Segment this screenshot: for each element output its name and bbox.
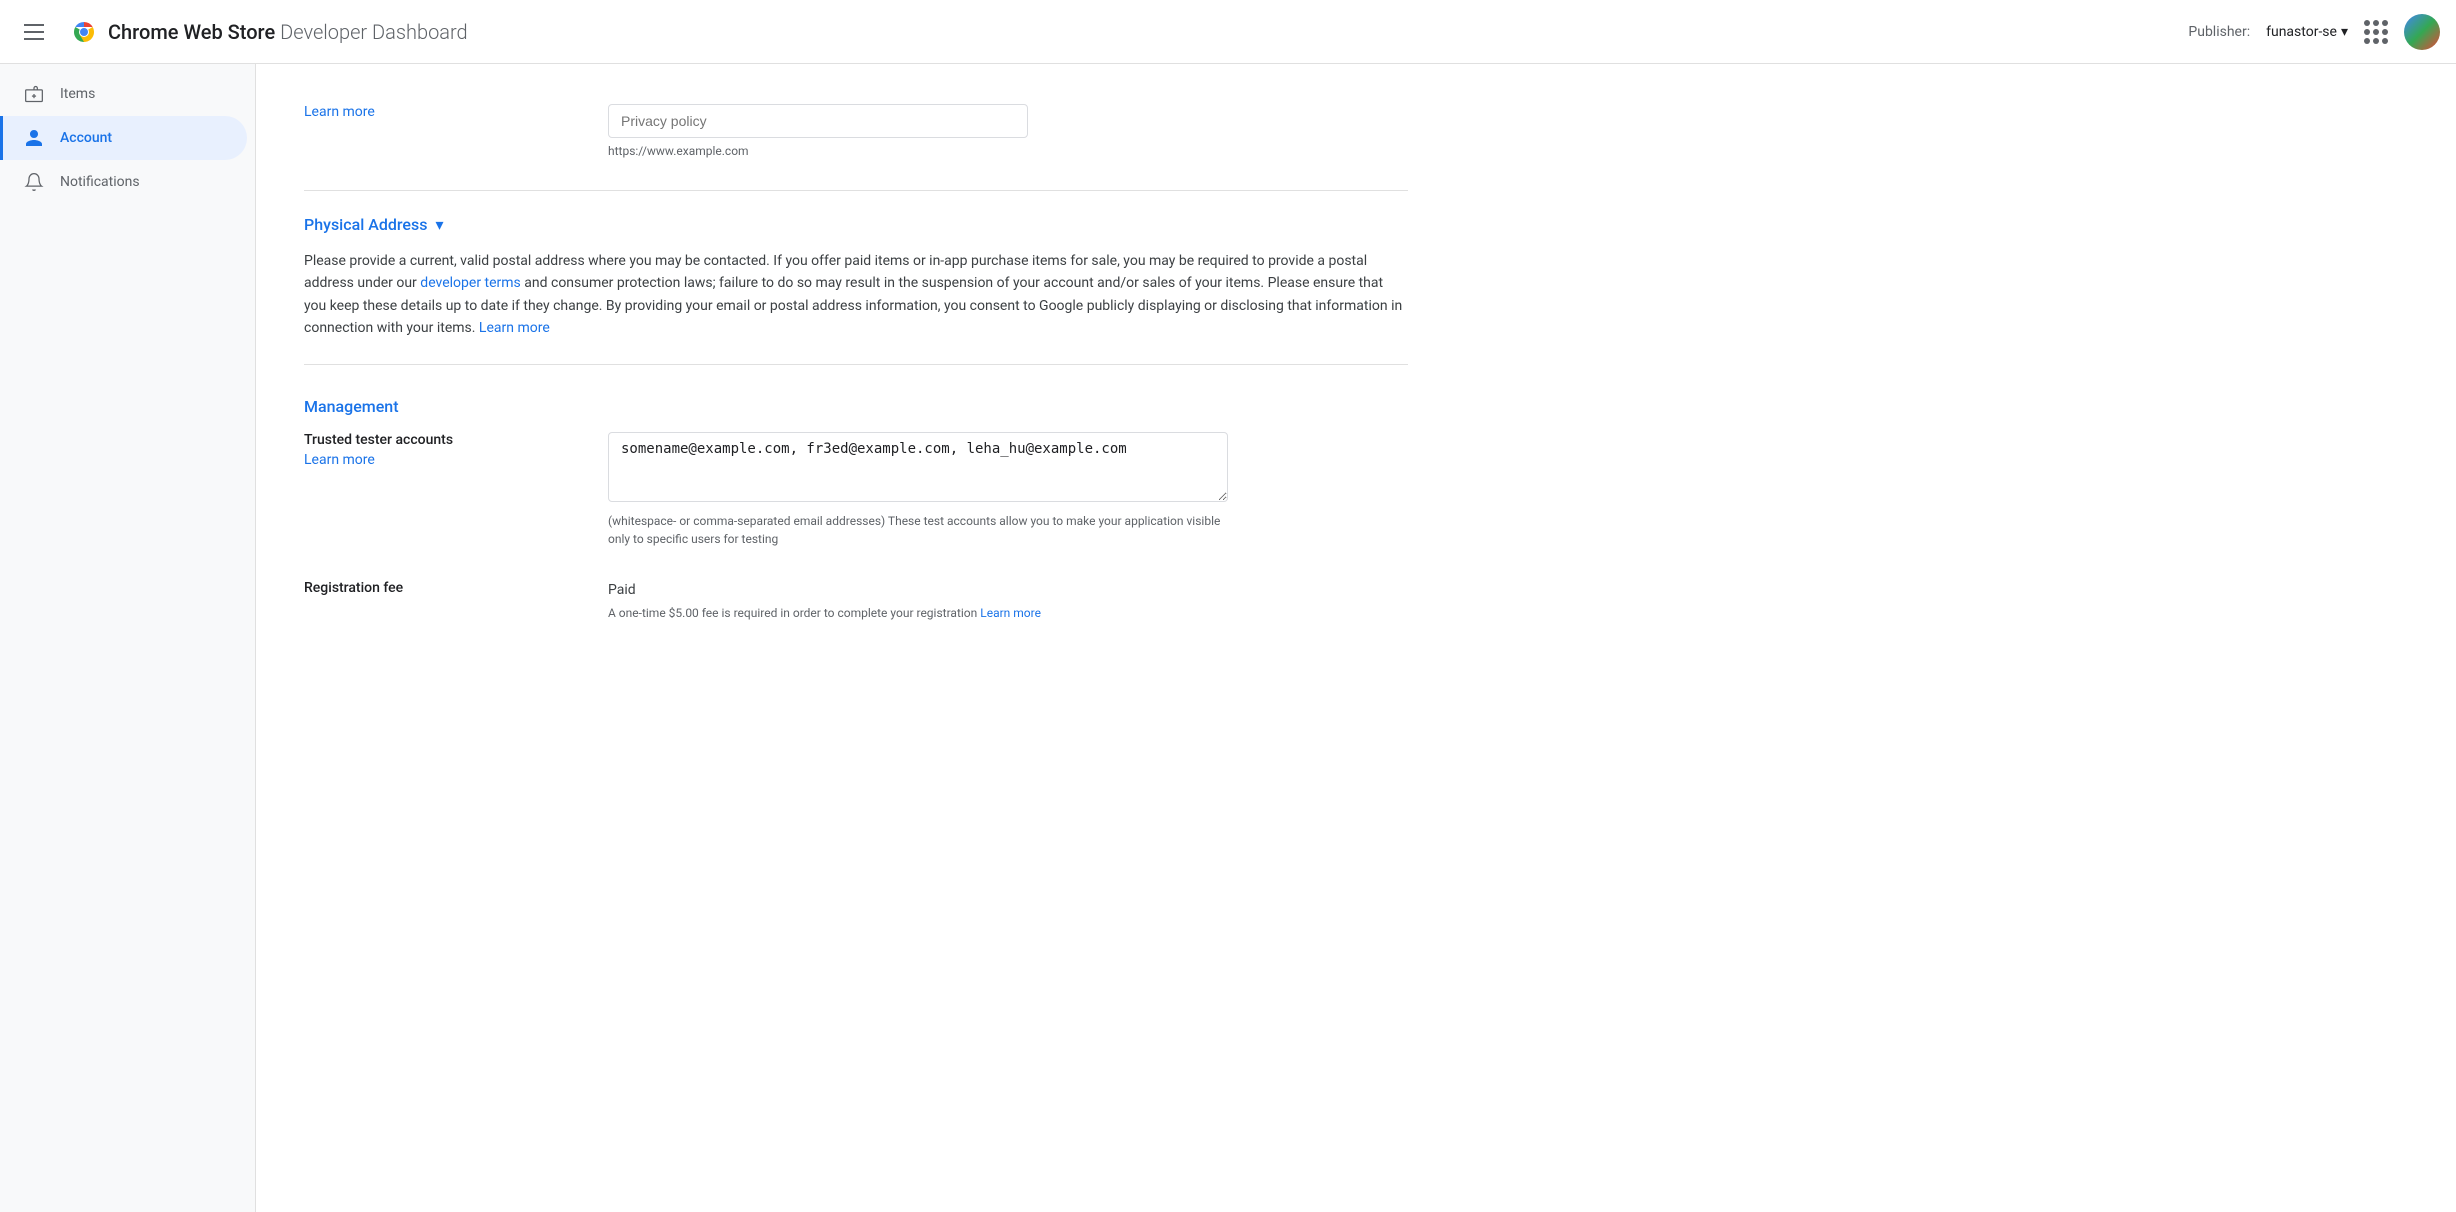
main-content: Learn more https://www.example.com Physi… [256, 64, 2456, 1212]
privacy-policy-section: Learn more https://www.example.com [304, 88, 1408, 191]
header-title: Chrome Web Store Developer Dashboard [108, 20, 468, 44]
registration-fee-value-col: Paid A one-time $5.00 fee is required in… [608, 580, 1408, 620]
hamburger-menu-button[interactable] [16, 16, 52, 48]
trusted-tester-label-col: Trusted tester accounts Learn more [304, 432, 584, 468]
developer-terms-link[interactable]: developer terms [420, 275, 521, 291]
physical-address-section: Physical Address ▾ Please provide a curr… [304, 215, 1408, 340]
physical-address-description: Please provide a current, valid postal a… [304, 250, 1404, 340]
physical-address-learn-more-link[interactable]: Learn more [479, 320, 550, 336]
header-right: Publisher: funastor-se ▾ [2188, 14, 2440, 50]
registration-fee-row: Registration fee Paid A one-time $5.00 f… [304, 580, 1408, 620]
bell-icon [24, 172, 44, 192]
trusted-tester-label: Trusted tester accounts [304, 432, 584, 448]
privacy-policy-hint: https://www.example.com [608, 144, 1408, 158]
privacy-policy-input-col: https://www.example.com [608, 104, 1408, 158]
registration-fee-label: Registration fee [304, 580, 584, 596]
privacy-policy-label-col: Learn more [304, 104, 584, 120]
chrome-logo-icon [68, 16, 100, 48]
main-layout: Items Account Notifications [0, 64, 2456, 1212]
registration-fee-learn-more-link[interactable]: Learn more [980, 606, 1041, 620]
management-header: Management [304, 397, 1408, 416]
registration-fee-value: Paid [608, 580, 1408, 598]
sidebar-item-account[interactable]: Account [0, 116, 247, 160]
avatar[interactable] [2404, 14, 2440, 50]
chevron-down-icon: ▾ [2341, 24, 2348, 40]
trusted-tester-hint: (whitespace- or comma-separated email ad… [608, 512, 1228, 548]
sidebar-item-notifications[interactable]: Notifications [0, 160, 247, 204]
logo-container: Chrome Web Store Developer Dashboard [68, 16, 468, 48]
trusted-tester-value-col: somename@example.com, fr3ed@example.com,… [608, 432, 1408, 548]
publisher-selector[interactable]: funastor-se ▾ [2266, 24, 2348, 40]
registration-fee-note: A one-time $5.00 fee is required in orde… [608, 606, 1408, 620]
trusted-tester-row: Trusted tester accounts Learn more somen… [304, 432, 1408, 548]
account-circle-icon [24, 128, 44, 148]
header-left: Chrome Web Store Developer Dashboard [16, 16, 2188, 48]
publisher-label: Publisher: [2188, 24, 2250, 40]
sidebar-item-notifications-label: Notifications [60, 174, 140, 190]
content-area: Learn more https://www.example.com Physi… [256, 64, 1456, 676]
sidebar-item-account-label: Account [60, 130, 112, 146]
app-header: Chrome Web Store Developer Dashboard Pub… [0, 0, 2456, 64]
management-section: Management Trusted tester accounts Learn… [304, 397, 1408, 620]
privacy-policy-row: Learn more https://www.example.com [304, 104, 1408, 158]
sidebar-item-items[interactable]: Items [0, 72, 247, 116]
registration-fee-label-col: Registration fee [304, 580, 584, 600]
physical-address-title[interactable]: Physical Address [304, 215, 427, 234]
physical-address-header: Physical Address ▾ [304, 215, 1408, 234]
apps-grid-button[interactable] [2364, 20, 2388, 44]
trusted-tester-learn-more-link[interactable]: Learn more [304, 452, 375, 468]
privacy-policy-input[interactable] [608, 104, 1028, 138]
section-divider [304, 364, 1408, 365]
sidebar: Items Account Notifications [0, 64, 256, 1212]
trusted-tester-textarea[interactable]: somename@example.com, fr3ed@example.com,… [608, 432, 1228, 502]
management-title: Management [304, 397, 399, 416]
chevron-down-icon[interactable]: ▾ [435, 215, 443, 234]
sidebar-item-items-label: Items [60, 86, 95, 102]
privacy-policy-learn-more-link[interactable]: Learn more [304, 104, 375, 120]
package-icon [24, 84, 44, 104]
